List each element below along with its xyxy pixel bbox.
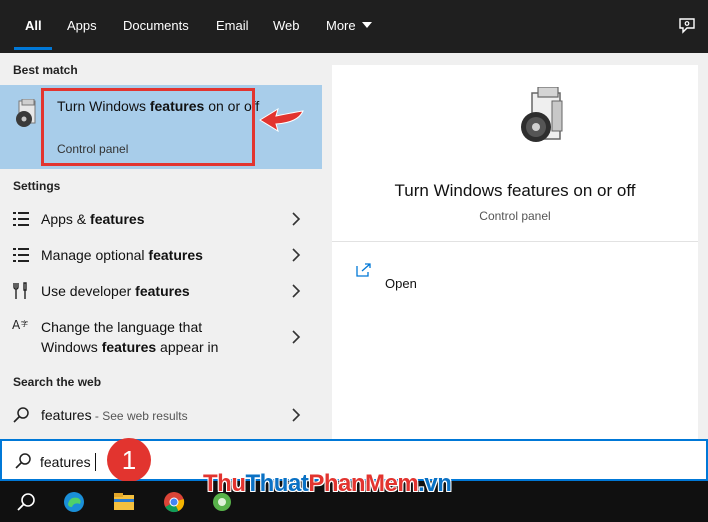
tab-documents[interactable]: Documents [123, 18, 189, 33]
tab-all[interactable]: All [25, 18, 42, 33]
web-search-result[interactable]: features - See web results [0, 397, 322, 433]
svg-text:字: 字 [21, 319, 28, 328]
language-icon: A 字 [12, 318, 28, 332]
tab-more[interactable]: More [326, 18, 372, 33]
chevron-right-icon [292, 284, 301, 298]
settings-item-developer-features[interactable]: Use developer features [0, 273, 322, 309]
chevron-right-icon [292, 330, 301, 344]
search-filter-bar: All Apps Documents Email Web More [0, 0, 708, 53]
active-tab-indicator [14, 47, 52, 50]
settings-item-optional-features[interactable]: Manage optional features [0, 237, 322, 273]
chevron-right-icon [292, 248, 301, 262]
settings-item-label: Manage optional features [41, 247, 203, 263]
section-best-match: Best match [13, 63, 78, 77]
feedback-icon[interactable] [678, 17, 696, 35]
detail-title: Turn Windows features on or off [394, 181, 636, 200]
section-search-web: Search the web [13, 375, 102, 389]
tab-more-label: More [326, 18, 356, 33]
search-icon [13, 407, 29, 423]
caret-down-icon [361, 22, 372, 28]
developer-tools-icon [13, 282, 27, 299]
tab-web[interactable]: Web [273, 18, 300, 33]
results-pane: Best match Turn Windows features on or o… [0, 53, 322, 439]
annotation-arrow-icon [259, 107, 304, 133]
list-icon [13, 212, 29, 226]
open-action-label[interactable]: Open [385, 276, 417, 291]
search-icon[interactable] [14, 490, 38, 514]
edge-browser-icon[interactable] [62, 490, 86, 514]
text-caret [95, 453, 96, 471]
annotation-highlight-box [41, 88, 255, 166]
tab-email[interactable]: Email [216, 18, 249, 33]
settings-item-label: Change the language that Windows features… [41, 319, 219, 355]
chrome-icon[interactable] [162, 490, 186, 514]
search-icon [15, 453, 31, 469]
windows-features-icon [16, 99, 36, 127]
tab-apps[interactable]: Apps [67, 18, 97, 33]
divider [332, 241, 698, 242]
settings-item-label: Apps & features [41, 211, 145, 227]
detail-card: Turn Windows features on or off Control … [332, 65, 698, 439]
chevron-right-icon [292, 408, 301, 422]
list-icon [13, 248, 29, 262]
settings-item-label: Use developer features [41, 283, 190, 299]
step-number-badge: 1 [107, 438, 151, 482]
detail-subtitle: Control panel [479, 209, 551, 223]
detail-pane: Turn Windows features on or off Control … [322, 53, 708, 439]
web-search-label: features - See web results [41, 407, 188, 423]
section-settings: Settings [13, 179, 61, 193]
settings-item-apps-features[interactable]: Apps & features [0, 201, 322, 237]
svg-text:A: A [12, 318, 21, 332]
settings-item-language-features[interactable]: A 字 Change the language that Windows feat… [0, 309, 322, 361]
file-explorer-icon[interactable] [112, 490, 136, 514]
windows-features-icon [521, 87, 563, 142]
chevron-right-icon [292, 212, 301, 226]
watermark: ThuThuatPhanMem.vn [203, 470, 452, 497]
best-match-result[interactable]: Turn Windows features on or off Control … [0, 85, 322, 169]
open-icon[interactable] [356, 263, 372, 277]
